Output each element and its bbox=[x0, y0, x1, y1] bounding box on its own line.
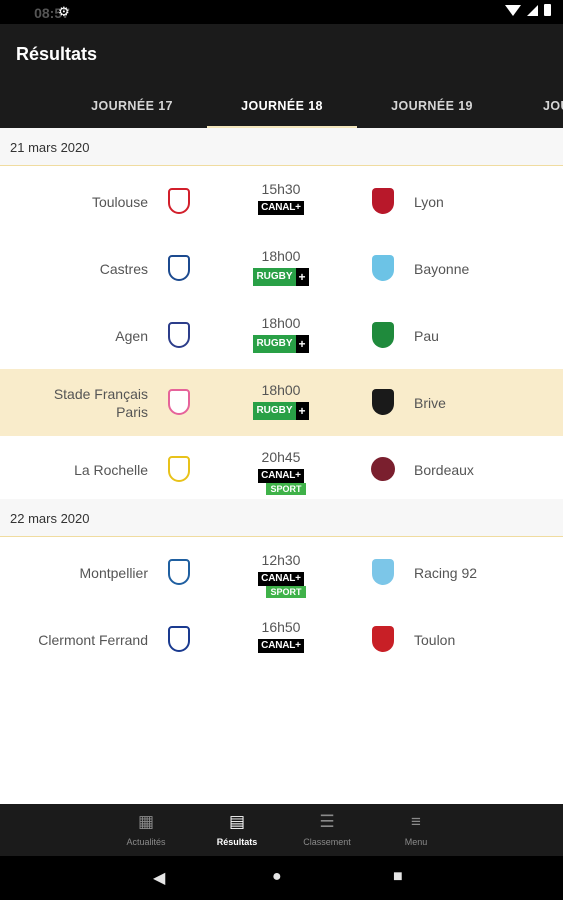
away-team-logo-icon bbox=[370, 255, 396, 283]
nav-resultats[interactable]: ▤ Résultats bbox=[192, 804, 282, 856]
kickoff-time: 18h00 bbox=[261, 382, 301, 398]
away-team-logo-icon bbox=[370, 559, 396, 587]
back-icon[interactable]: ◀ bbox=[153, 868, 165, 888]
grid-icon: ▦ bbox=[137, 812, 155, 831]
kickoff-time: 18h00 bbox=[261, 315, 301, 331]
home-team-name: Castres bbox=[99, 260, 148, 277]
home-icon[interactable]: ● bbox=[272, 868, 282, 886]
match-row[interactable]: Clermont Ferrand 16h50 CANAL+ Toulon bbox=[0, 606, 563, 673]
date-header: 21 mars 2020 bbox=[0, 128, 563, 166]
away-team-name: Brive bbox=[414, 394, 446, 411]
nav-menu-label: Menu bbox=[404, 837, 428, 847]
status-time: 08:57 bbox=[34, 5, 70, 21]
kickoff-time: 20h45 bbox=[261, 449, 301, 465]
away-team-logo-icon bbox=[370, 188, 396, 216]
broadcaster-sport-label: SPORT bbox=[266, 483, 306, 495]
broadcaster-sport-label: SPORT bbox=[266, 586, 306, 598]
nav-actualites[interactable]: ▦ Actualités bbox=[101, 804, 191, 856]
nav-classement[interactable]: ☰ Classement bbox=[282, 804, 372, 856]
list-icon: ☰ bbox=[319, 812, 335, 831]
recents-icon[interactable]: ■ bbox=[393, 868, 403, 886]
broadcaster-label: CANAL+ bbox=[258, 639, 304, 653]
broadcaster-label: CANAL+ bbox=[258, 201, 304, 215]
nav-actualites-label: Actualités bbox=[126, 837, 166, 847]
home-team-logo-icon bbox=[166, 456, 192, 484]
broadcaster-label: RUGBY bbox=[253, 268, 296, 286]
round-tabs[interactable]: 16 JOURNÉE 17 JOURNÉE 18 JOURNÉE 19 JOU bbox=[0, 84, 563, 128]
kickoff-time: 15h30 bbox=[261, 181, 301, 197]
app-bar: Résultats bbox=[0, 24, 563, 84]
broadcaster-label: RUGBY bbox=[253, 402, 296, 420]
status-bar: 08:57 ⚙ bbox=[0, 0, 563, 24]
match-row[interactable]: Toulouse 15h30 CANAL+ Lyon bbox=[0, 168, 563, 235]
page-title: Résultats bbox=[16, 44, 98, 64]
date-header: 22 mars 2020 bbox=[0, 499, 563, 537]
kickoff-time: 16h50 bbox=[261, 619, 301, 635]
home-team-name: Agen bbox=[115, 327, 148, 344]
broadcaster-label: RUGBY bbox=[253, 335, 296, 353]
home-team-logo-icon bbox=[166, 559, 192, 587]
home-team-logo-icon bbox=[166, 322, 192, 350]
system-navigation: ◀ ● ■ bbox=[0, 856, 563, 900]
nav-classement-label: Classement bbox=[303, 837, 351, 847]
kickoff-time: 18h00 bbox=[261, 248, 301, 264]
broadcaster-label: CANAL+ bbox=[258, 572, 304, 586]
date-label: 22 mars 2020 bbox=[10, 511, 90, 526]
tab-round-18[interactable]: JOURNÉE 18 bbox=[207, 84, 357, 128]
broadcaster-logo-icon: RUGBY + bbox=[241, 402, 321, 420]
status-icons bbox=[505, 4, 551, 16]
nav-menu[interactable]: ≡ Menu bbox=[371, 804, 461, 856]
match-row[interactable]: Stade Français Paris 18h00 RUGBY + Brive bbox=[0, 369, 563, 436]
away-team-name: Toulon bbox=[414, 631, 456, 648]
home-team-logo-icon bbox=[166, 626, 192, 654]
results-list[interactable]: 21 mars 2020 Toulouse 15h30 CANAL+ Lyon Castr… bbox=[0, 128, 563, 804]
broadcaster-logo-icon: RUGBY + bbox=[241, 335, 321, 353]
broadcaster-logo-icon: CANAL+ bbox=[241, 201, 321, 215]
away-team-name: Pau bbox=[414, 327, 439, 344]
away-team-name: Racing 92 bbox=[414, 564, 478, 581]
away-team-name: Lyon bbox=[414, 193, 444, 210]
broadcaster-logo-icon: CANAL+ SPORT bbox=[241, 469, 321, 495]
match-row[interactable]: Agen 18h00 RUGBY + Pau bbox=[0, 302, 563, 369]
nav-resultats-label: Résultats bbox=[216, 837, 258, 847]
settings-gear-icon: ⚙ bbox=[58, 4, 70, 19]
away-team-logo-icon bbox=[370, 389, 396, 417]
match-row[interactable]: Montpellier 12h30 CANAL+ SPORT Racing 92 bbox=[0, 539, 563, 606]
home-team-name: Montpellier bbox=[79, 564, 148, 581]
home-team-name: Stade Français Paris bbox=[53, 385, 148, 420]
broadcaster-logo-icon: CANAL+ SPORT bbox=[241, 572, 321, 598]
home-team-logo-icon bbox=[166, 255, 192, 283]
broadcaster-logo-icon: CANAL+ bbox=[241, 639, 321, 653]
match-row[interactable]: La Rochelle 20h45 CANAL+ SPORT Bordeaux bbox=[0, 436, 563, 503]
match-row[interactable]: Castres 18h00 RUGBY + Bayonne bbox=[0, 235, 563, 302]
calendar-icon: ▤ bbox=[228, 812, 246, 831]
tab-round-20[interactable]: JOU bbox=[479, 84, 563, 128]
away-team-name: Bayonne bbox=[414, 260, 470, 277]
broadcaster-logo-icon: RUGBY + bbox=[241, 268, 321, 286]
tab-round-17[interactable]: JOURNÉE 17 bbox=[57, 84, 207, 128]
broadcaster-label: CANAL+ bbox=[258, 469, 304, 483]
bottom-navigation: ▦ Actualités ▤ Résultats ☰ Classement ≡ … bbox=[0, 804, 563, 856]
date-label: 21 mars 2020 bbox=[10, 140, 90, 155]
signal-icon bbox=[527, 4, 538, 16]
home-team-logo-icon bbox=[166, 188, 192, 216]
away-team-logo-icon bbox=[370, 626, 396, 654]
kickoff-time: 12h30 bbox=[261, 552, 301, 568]
menu-icon: ≡ bbox=[411, 812, 421, 831]
home-team-name: Clermont Ferrand bbox=[38, 631, 148, 648]
tab-round-16[interactable]: 16 bbox=[0, 84, 16, 128]
battery-icon bbox=[544, 4, 551, 16]
home-team-name: Toulouse bbox=[91, 193, 148, 210]
away-team-logo-icon bbox=[370, 456, 396, 484]
away-team-name: Bordeaux bbox=[414, 461, 474, 478]
away-team-logo-icon bbox=[370, 322, 396, 350]
home-team-name: La Rochelle bbox=[74, 461, 148, 478]
home-team-logo-icon bbox=[166, 389, 192, 417]
wifi-icon bbox=[505, 4, 521, 16]
